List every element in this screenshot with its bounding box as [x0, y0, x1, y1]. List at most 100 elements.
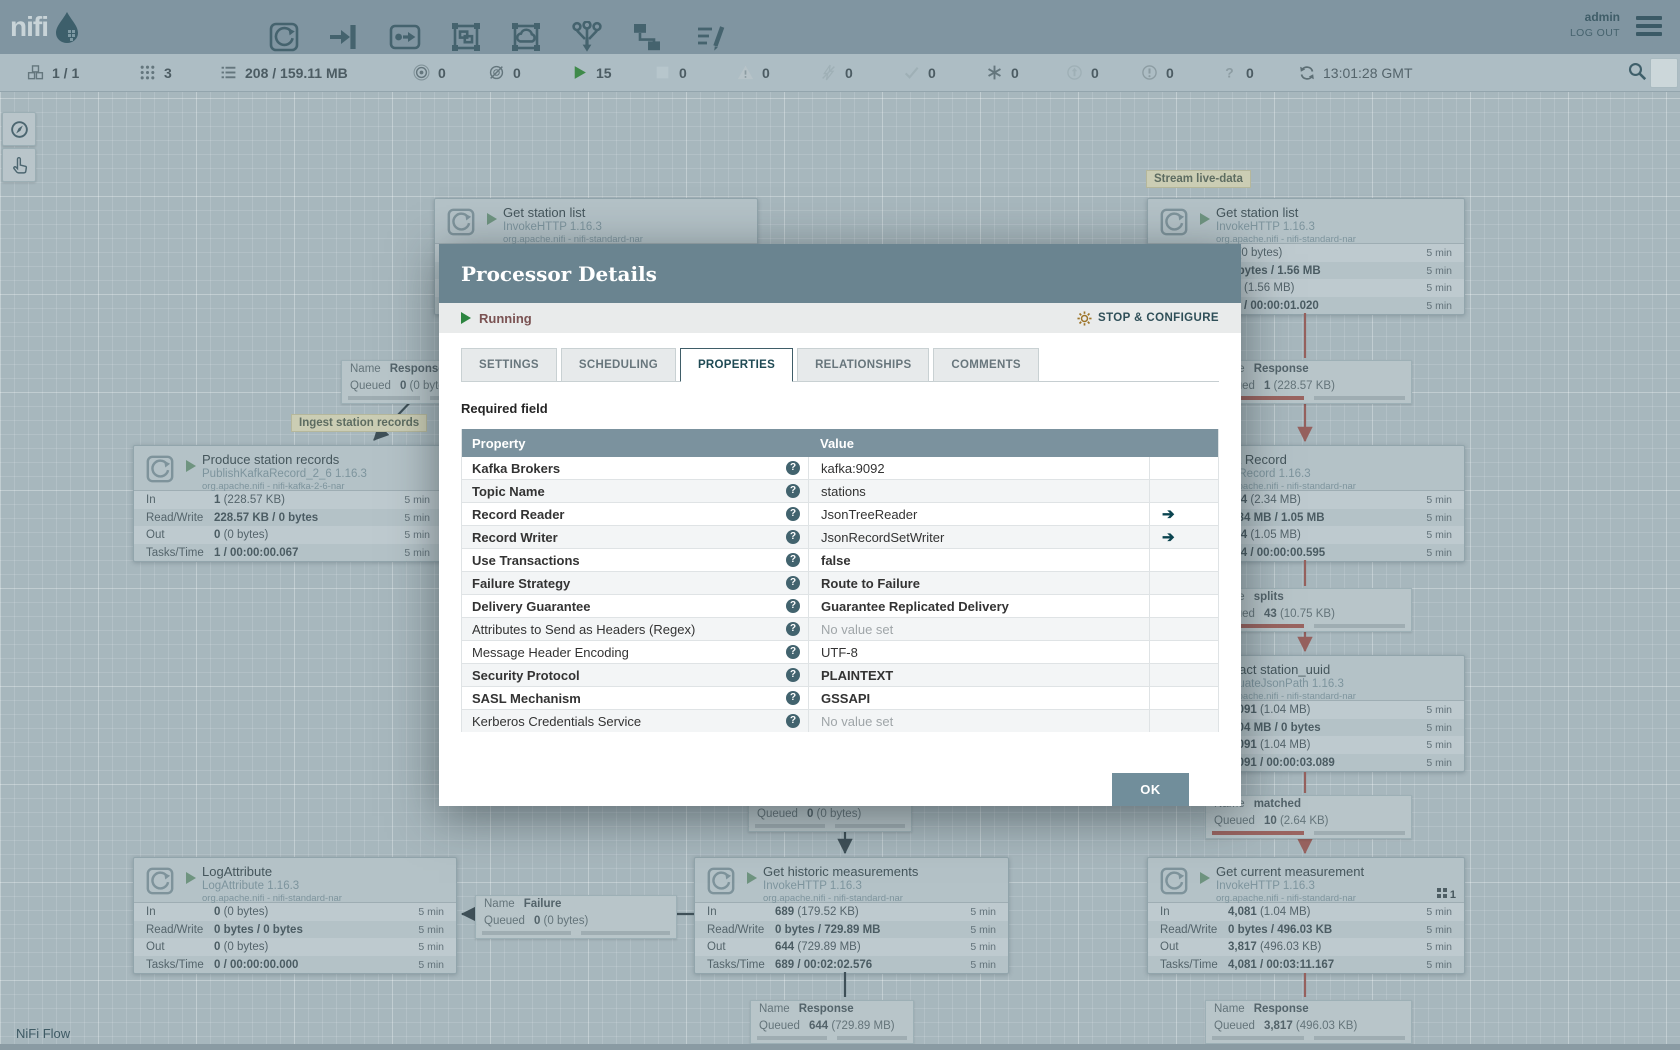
stat-row: In 689 (179.52 KB) 5 min [695, 903, 1008, 921]
input-port-icon[interactable] [327, 20, 361, 54]
dialog-header: Processor Details [439, 244, 1241, 303]
label-ingest-station-records[interactable]: Ingest station records [291, 414, 428, 432]
refresh-control[interactable]: 13:01:28 GMT [1299, 54, 1413, 91]
processor-logattribute[interactable]: LogAttribute LogAttribute 1.16.3 org.apa… [133, 857, 457, 974]
nifi-drop-icon [56, 12, 78, 43]
tab-scheduling[interactable]: SCHEDULING [560, 348, 676, 382]
go-to-service-icon[interactable]: ➔ [1162, 505, 1175, 523]
running-icon [186, 872, 196, 884]
connection-label-response[interactable]: Name Response Queued 3,817 (496.03 KB) [1205, 1000, 1412, 1044]
status-stopped: 0 [654, 54, 687, 91]
processor-type: InvokeHTTP 1.16.3 [763, 879, 862, 892]
processor-icon [1159, 866, 1189, 901]
property-row-delivery-guarantee: Delivery Guarantee ? Guarantee Replicate… [462, 595, 1218, 618]
help-icon[interactable]: ? [786, 691, 800, 705]
property-name: Kafka Brokers [472, 460, 561, 476]
compass-button[interactable] [2, 112, 36, 146]
property-value[interactable]: UTF-8 [821, 645, 858, 660]
status-locally-modified: 0 [986, 54, 1019, 91]
connection-label-failure[interactable]: Name Failure Queued 0 (0 bytes) [475, 895, 677, 939]
property-value[interactable]: No value set [821, 622, 893, 637]
username-label: admin [1584, 10, 1620, 24]
search-input-toggle[interactable] [1650, 58, 1678, 88]
help-icon[interactable]: ? [786, 714, 800, 728]
tab-comments[interactable]: COMMENTS [933, 348, 1039, 382]
dialog-title: Processor Details [461, 261, 657, 286]
dialog-status-row: Running STOP & CONFIGURE [439, 303, 1241, 333]
help-icon[interactable]: ? [786, 576, 800, 590]
processor-details-dialog: Processor Details Running STOP & CONFIGU… [439, 244, 1241, 806]
help-icon[interactable]: ? [786, 622, 800, 636]
property-value[interactable]: stations [821, 484, 866, 499]
property-column-header: Property [472, 435, 526, 451]
processor-get-historic-measurements[interactable]: Get historic measurements InvokeHTTP 1.1… [694, 857, 1009, 974]
stat-row: Out 3,817 (496.03 KB) 5 min [1148, 938, 1464, 957]
stat-row: Out 0 (0 bytes) 5 min [134, 526, 442, 545]
tab-settings[interactable]: SETTINGS [461, 348, 557, 382]
property-value[interactable]: GSSAPI [821, 691, 870, 706]
breadcrumb[interactable]: NiFi Flow [16, 1026, 70, 1041]
grid-icon [1436, 888, 1447, 901]
status-running: 15 [571, 54, 612, 91]
help-icon[interactable]: ? [786, 553, 800, 567]
funnel-icon[interactable] [570, 20, 604, 54]
output-port-icon[interactable] [388, 20, 422, 54]
property-value[interactable]: PLAINTEXT [821, 668, 893, 683]
ok-button[interactable]: OK [1112, 773, 1189, 806]
help-icon[interactable]: ? [786, 530, 800, 544]
property-value[interactable]: Route to Failure [821, 576, 920, 591]
bottom-scrollbar[interactable] [0, 1044, 1680, 1050]
last-refresh-time: 13:01:28 GMT [1323, 64, 1413, 81]
help-icon[interactable]: ? [786, 507, 800, 521]
tab-properties[interactable]: PROPERTIES [679, 348, 794, 382]
stop-and-configure-label: STOP & CONFIGURE [1098, 312, 1219, 324]
status-bar: 1 / 1 3 208 / 159.11 MB 0 0 15 0 0 0 0 0 0 0? 0 13:01:… [0, 54, 1680, 92]
processor-produce-station-records[interactable]: Produce station records PublishKafkaReco… [133, 445, 443, 562]
tab-relationships[interactable]: RELATIONSHIPS [797, 348, 930, 382]
run-status-label: Running [479, 310, 532, 326]
help-icon[interactable]: ? [786, 484, 800, 498]
stat-row: Tasks/Time 689 / 00:02:02.576 5 min [707, 958, 996, 971]
property-value[interactable]: JsonTreeReader [821, 507, 917, 522]
property-value[interactable]: No value set [821, 714, 893, 729]
app-header: nifi admin LOG OUT [0, 0, 1680, 54]
help-icon[interactable]: ? [786, 645, 800, 659]
nifi-canvas[interactable]: Get station list InvokeHTTP 1.16.3 org.a… [0, 0, 1680, 1050]
stat-row: Tasks/Time 1 / 00:00:00.067 5 min [146, 546, 430, 559]
label-stream-live-data[interactable]: Stream live-data [1146, 170, 1251, 188]
property-row-topic-name: Topic Name ? stations [462, 480, 1218, 503]
cluster-node-badge: 1 [1436, 888, 1456, 901]
property-value[interactable]: Guarantee Replicated Delivery [821, 599, 1009, 614]
status-count: 0 [928, 64, 936, 81]
logout-link[interactable]: LOG OUT [1570, 26, 1620, 42]
property-row-sasl-mechanism: SASL Mechanism ? GSSAPI [462, 687, 1218, 710]
help-icon[interactable]: ? [786, 461, 800, 475]
stop-and-configure-button[interactable]: STOP & CONFIGURE [1077, 310, 1219, 326]
status-sync-failure: ? 0 [1221, 54, 1254, 91]
process-group-icon[interactable] [449, 20, 483, 54]
template-icon[interactable] [630, 20, 664, 54]
processor-type: InvokeHTTP 1.16.3 [1216, 220, 1315, 233]
property-row-failure-strategy: Failure Strategy ? Route to Failure [462, 572, 1218, 595]
go-to-service-icon[interactable]: ➔ [1162, 528, 1175, 546]
status-cluster: 1 / 1 [27, 54, 79, 91]
property-value[interactable]: kafka:9092 [821, 461, 885, 476]
processor-icon[interactable] [267, 20, 301, 54]
help-icon[interactable]: ? [786, 599, 800, 613]
processor-bundle: org.apache.nifi - nifi-standard-nar [763, 893, 903, 905]
global-menu-icon[interactable] [1636, 16, 1662, 40]
stat-row: Out 644 (729.89 MB) 5 min [695, 938, 1008, 957]
property-name: Failure Strategy [472, 575, 571, 591]
property-value[interactable]: false [821, 553, 851, 568]
hand-button[interactable] [2, 148, 36, 182]
property-row-kerberos-credentials-service: Kerberos Credentials Service ? No value … [462, 710, 1218, 732]
status-count: 0 [762, 64, 770, 81]
label-icon[interactable] [694, 20, 728, 54]
remote-process-group-icon[interactable] [509, 20, 543, 54]
search-icon[interactable] [1628, 62, 1647, 86]
property-value[interactable]: JsonRecordSetWriter [821, 530, 944, 545]
processor-get-current-measurement[interactable]: Get current measurement InvokeHTTP 1.16.… [1147, 857, 1465, 974]
stat-row: Read/Write 0 bytes / 729.89 MB 5 min [707, 923, 996, 936]
connection-label-response[interactable]: Name Response Queued 644 (729.89 MB) [750, 1000, 914, 1044]
help-icon[interactable]: ? [786, 668, 800, 682]
